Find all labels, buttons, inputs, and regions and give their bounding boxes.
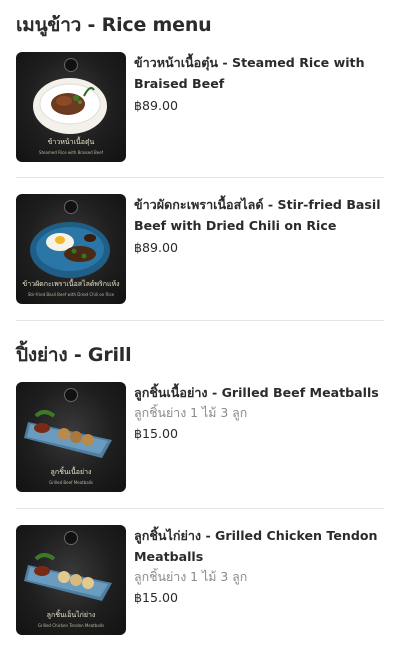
menu-item-grilled-chicken-meatballs[interactable]: ลูกชิ้นเอ็นไก่ย่าง Grilled Chicken Tendo…	[16, 525, 384, 635]
menu-item-image[interactable]: ข้าวผัดกะเพราเนื้อสไลด์พริกแห้ง Stir-fri…	[16, 194, 126, 304]
menu-item-price: ฿89.00	[134, 240, 179, 255]
menu-item-description: ลูกชิ้นย่าง 1 ไม้ 3 ลูก	[134, 569, 248, 584]
menu-item-grilled-beef-meatballs[interactable]: ลูกชิ้นเนื้อย่าง Grilled Beef Meatballs …	[16, 382, 384, 492]
section-title-grill: ปิ้งย่าง - Grill	[16, 344, 132, 366]
restaurant-logo-icon	[64, 200, 78, 214]
menu-item-image[interactable]: ข้าวหน้าเนื้อตุ๋น Steamed Rice with Brai…	[16, 52, 126, 162]
divider	[16, 320, 384, 321]
menu-item-price: ฿89.00	[134, 98, 179, 113]
menu-item-price: ฿15.00	[134, 590, 179, 605]
menu-item-image[interactable]: ลูกชิ้นเนื้อย่าง Grilled Beef Meatballs	[16, 382, 126, 492]
image-subcaption: Steamed Rice with Braised Beef	[38, 150, 104, 155]
divider	[16, 177, 384, 178]
menu-item-name: ข้าวหน้าเนื้อตุ๋น - Steamed Rice with Br…	[134, 55, 365, 91]
menu-item-name: ลูกชิ้นเนื้อย่าง - Grilled Beef Meatball…	[134, 385, 379, 400]
image-caption: ข้าวหน้าเนื้อตุ๋น	[47, 138, 95, 146]
menu-item-braised-beef-rice[interactable]: ข้าวหน้าเนื้อตุ๋น Steamed Rice with Brai…	[16, 52, 384, 162]
image-subcaption: Grilled Chicken Tendon Meatballs	[37, 623, 105, 628]
restaurant-logo-icon	[64, 531, 78, 545]
image-caption: ข้าวผัดกะเพราเนื้อสไลด์พริกแห้ง	[22, 280, 120, 288]
image-caption: ลูกชิ้นเนื้อย่าง	[50, 468, 92, 476]
divider	[16, 508, 384, 509]
image-subcaption: Grilled Beef Meatballs	[49, 480, 93, 485]
menu-item-description: ลูกชิ้นย่าง 1 ไม้ 3 ลูก	[134, 405, 248, 420]
menu-item-basil-beef-rice[interactable]: ข้าวผัดกะเพราเนื้อสไลด์พริกแห้ง Stir-fri…	[16, 194, 384, 304]
menu-item-name: ข้าวผัดกะเพราเนื้อสไลด์ - Stir-fried Bas…	[134, 197, 381, 233]
section-title-rice-menu: เมนูข้าว - Rice menu	[16, 14, 212, 36]
menu-item-price: ฿15.00	[134, 426, 179, 441]
image-caption: ลูกชิ้นเอ็นไก่ย่าง	[46, 611, 96, 619]
menu-item-image[interactable]: ลูกชิ้นเอ็นไก่ย่าง Grilled Chicken Tendo…	[16, 525, 126, 635]
restaurant-logo-icon	[64, 58, 78, 72]
menu-item-name: ลูกชิ้นไก่ย่าง - Grilled Chicken Tendon …	[134, 528, 378, 564]
restaurant-logo-icon	[64, 388, 78, 402]
image-subcaption: Stir-fried Basil Beef with Dried Chili o…	[27, 292, 115, 297]
